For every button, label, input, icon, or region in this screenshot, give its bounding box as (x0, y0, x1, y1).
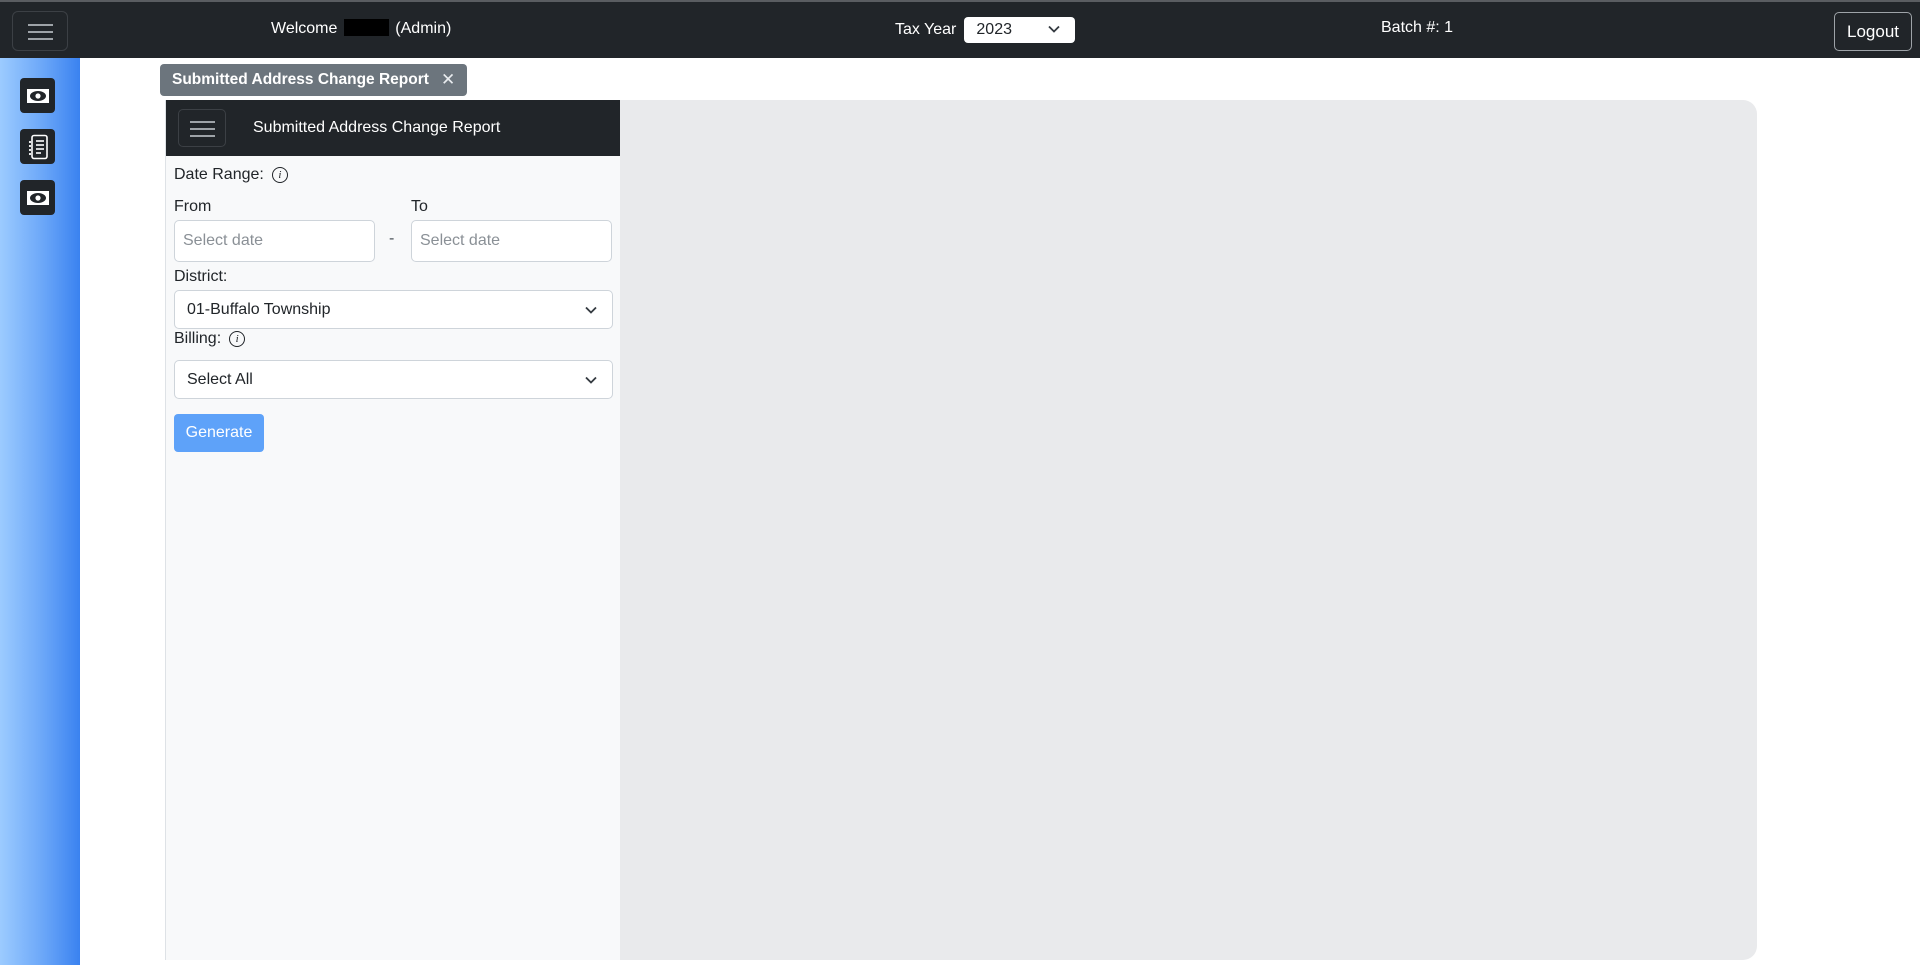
to-label: To (411, 198, 428, 215)
info-icon[interactable]: i (271, 167, 288, 183)
welcome-prefix: Welcome (271, 20, 338, 37)
cash-icon (26, 88, 49, 103)
redacted-username (343, 19, 389, 36)
chevron-down-icon (585, 376, 597, 384)
tax-year-control: Tax Year 2023 (895, 17, 1076, 43)
info-icon[interactable]: i (229, 331, 246, 347)
date-range-label: Date Range: i (174, 166, 288, 184)
top-navbar: Welcome (Admin) Tax Year 2023 Batch #: 1… (0, 2, 1920, 58)
billing-value: Select All (187, 371, 253, 388)
district-select[interactable]: 01-Buffalo Township (174, 290, 613, 329)
billing-label: Billing: i (174, 330, 246, 348)
tax-year-select[interactable]: 2023 (964, 17, 1076, 43)
to-date-input[interactable] (411, 220, 612, 262)
rail-item-cash-2[interactable] (20, 180, 55, 215)
date-range-label-text: Date Range: (174, 166, 264, 183)
tax-year-value: 2023 (976, 21, 1012, 38)
logout-button[interactable]: Logout (1834, 12, 1912, 51)
report-container: Submitted Address Change Report Date Ran… (165, 100, 1757, 960)
date-separator: - (389, 230, 395, 247)
cash-icon (26, 190, 49, 205)
panel-header: Submitted Address Change Report (166, 100, 621, 156)
chevron-down-icon (1048, 25, 1061, 33)
generate-button[interactable]: Generate (174, 414, 264, 452)
billing-select[interactable]: Select All (174, 360, 613, 399)
panel-menu-toggle-button[interactable] (178, 109, 226, 147)
panel-title: Submitted Address Change Report (253, 119, 501, 136)
close-icon[interactable]: ✕ (441, 70, 455, 90)
district-value: 01-Buffalo Township (187, 301, 331, 318)
report-filter-panel: Submitted Address Change Report Date Ran… (165, 100, 621, 960)
from-label: From (174, 198, 212, 215)
tab-label: Submitted Address Change Report (172, 71, 429, 88)
chevron-down-icon (585, 306, 597, 314)
rail-item-cash-1[interactable] (20, 78, 55, 113)
report-viewer (620, 100, 1757, 960)
list-document-icon (28, 134, 48, 159)
batch-number: Batch #: 1 (1381, 19, 1454, 36)
side-rail (0, 58, 80, 965)
tab-submitted-address-change-report[interactable]: Submitted Address Change Report ✕ (160, 64, 468, 96)
district-label: District: (174, 268, 228, 285)
billing-label-text: Billing: (174, 330, 222, 347)
user-role: (Admin) (395, 20, 452, 37)
page: Welcome (Admin) Tax Year 2023 Batch #: 1… (0, 0, 1920, 965)
main-menu-toggle-button[interactable] (12, 11, 68, 51)
tax-year-label: Tax Year (895, 21, 957, 38)
rail-item-list-document[interactable] (20, 129, 55, 164)
welcome-message: Welcome (Admin) (271, 19, 451, 38)
from-date-input[interactable] (174, 220, 375, 262)
